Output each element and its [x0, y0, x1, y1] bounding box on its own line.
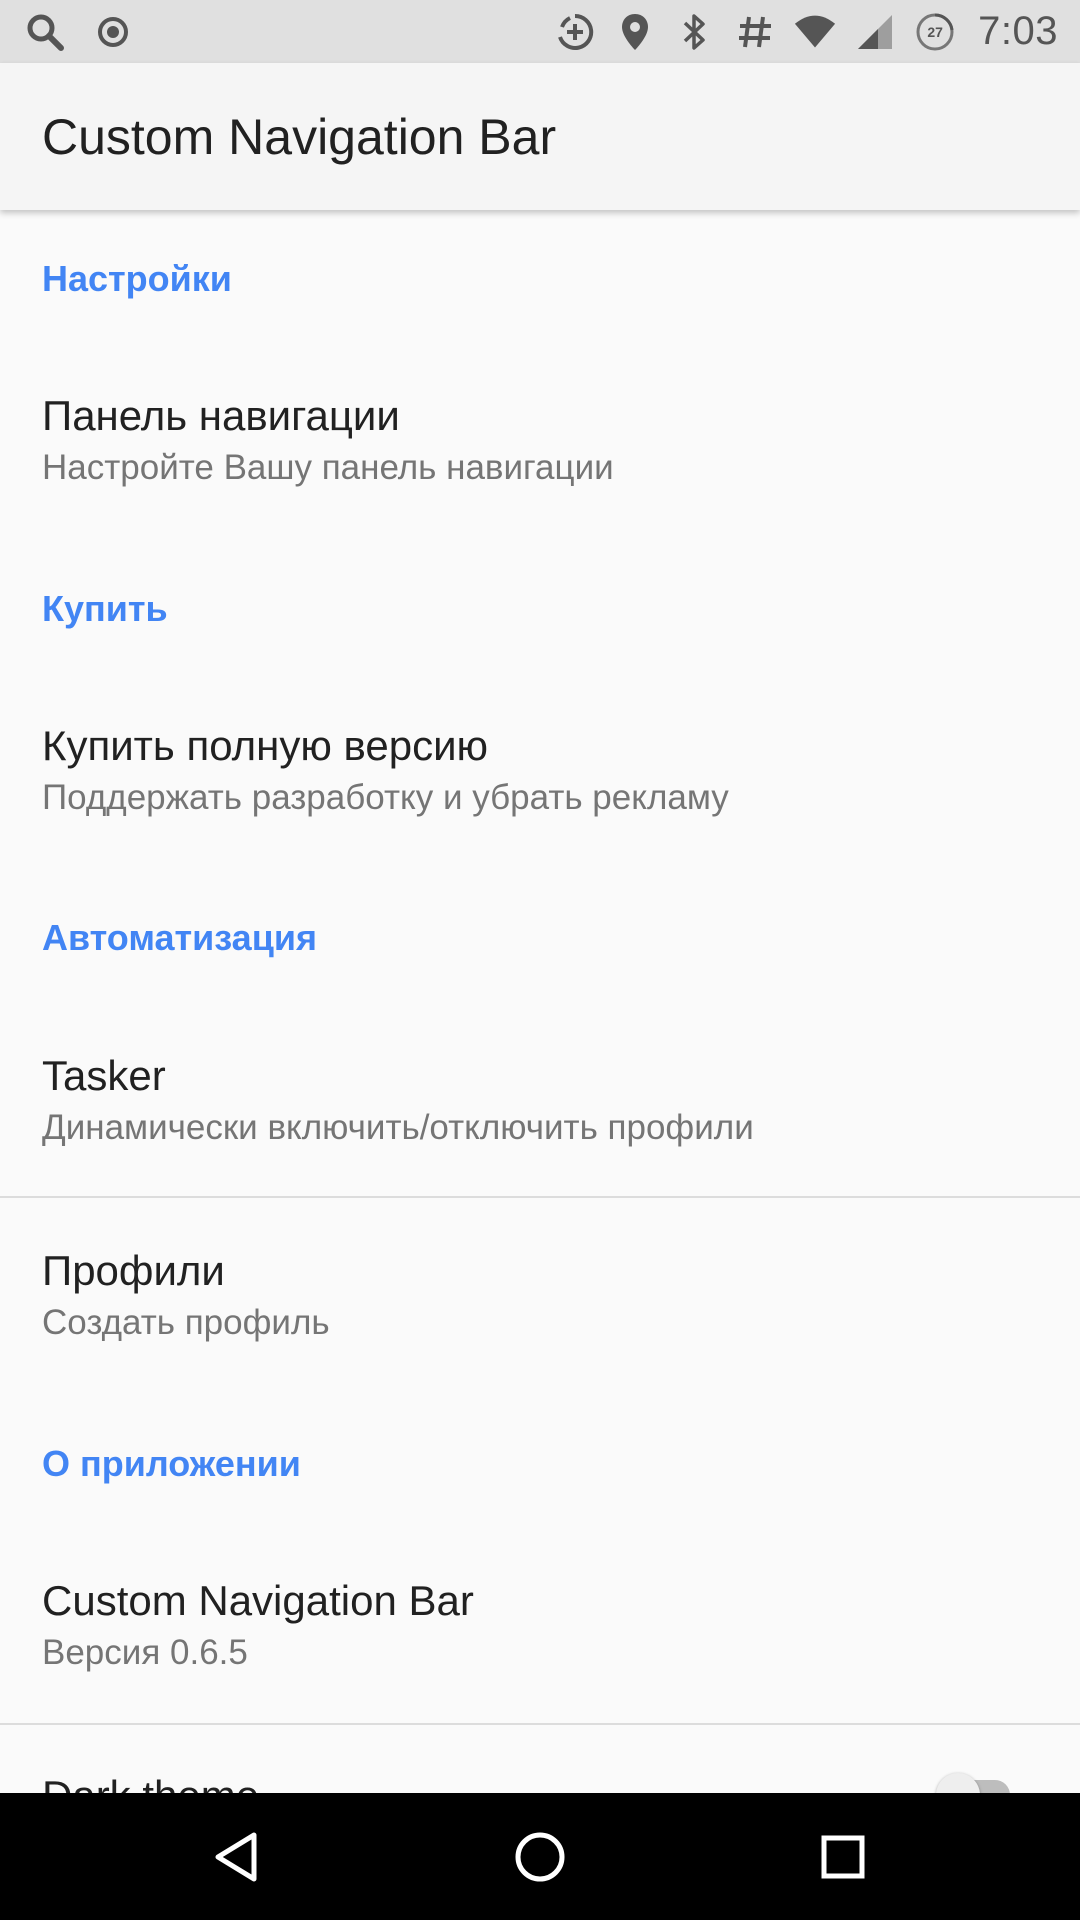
- battery-icon: 27: [914, 11, 956, 53]
- bluetooth-icon: [674, 11, 716, 53]
- pref-title: Профили: [42, 1247, 225, 1294]
- preferences-list[interactable]: Настройки Панель навигации Настройте Ваш…: [0, 210, 1080, 1793]
- category-header-automation: Автоматизация: [42, 917, 317, 958]
- status-time: 7:03: [978, 9, 1058, 53]
- pref-summary: Настройте Вашу панель навигации: [42, 448, 614, 487]
- hash-icon: [734, 11, 776, 53]
- pref-buy-full-version[interactable]: Купить полную версию Поддержать разработ…: [0, 720, 1080, 824]
- back-icon[interactable]: [201, 1822, 271, 1892]
- pref-dark-theme[interactable]: Dark theme: [0, 1770, 1080, 1793]
- pref-title: Tasker: [42, 1052, 166, 1099]
- page-title: Custom Navigation Bar: [42, 108, 557, 165]
- pref-title: Панель навигации: [42, 392, 400, 439]
- pref-summary: Динамически включить/отключить профили: [42, 1108, 754, 1147]
- pref-title: Купить полную версию: [42, 722, 489, 769]
- pref-title: Custom Navigation Bar: [42, 1577, 474, 1624]
- pref-profiles[interactable]: Профили Создать профиль: [0, 1245, 1080, 1349]
- location-icon: [614, 11, 656, 53]
- pref-navigation-panel[interactable]: Панель навигации Настройте Вашу панель н…: [0, 390, 1080, 494]
- battery-level-text: 27: [927, 23, 943, 40]
- pref-summary: Версия 0.6.5: [42, 1633, 248, 1672]
- pref-summary: Поддержать разработку и убрать рекламу: [42, 778, 729, 817]
- app-bar: Custom Navigation Bar: [0, 63, 1080, 210]
- category-header-about: О приложении: [42, 1443, 301, 1484]
- search-icon: [24, 11, 66, 53]
- pref-tasker[interactable]: Tasker Динамически включить/отключить пр…: [0, 1050, 1080, 1154]
- signal-icon: [854, 11, 896, 53]
- status-bar: 27 7:03: [0, 0, 1080, 63]
- pref-title: Dark theme: [42, 1770, 1080, 1793]
- recents-icon[interactable]: [808, 1822, 878, 1892]
- divider: [0, 1196, 1080, 1198]
- wifi-icon: [794, 11, 836, 53]
- system-navigation-bar: [0, 1793, 1080, 1920]
- divider: [0, 1723, 1080, 1725]
- home-icon[interactable]: [505, 1822, 575, 1892]
- category-header-buy: Купить: [42, 588, 168, 629]
- pref-app-version[interactable]: Custom Navigation Bar Версия 0.6.5: [0, 1575, 1080, 1679]
- record-icon: [92, 11, 134, 53]
- data-saver-icon: [554, 11, 596, 53]
- category-header-settings: Настройки: [42, 258, 232, 299]
- pref-summary: Создать профиль: [42, 1303, 330, 1342]
